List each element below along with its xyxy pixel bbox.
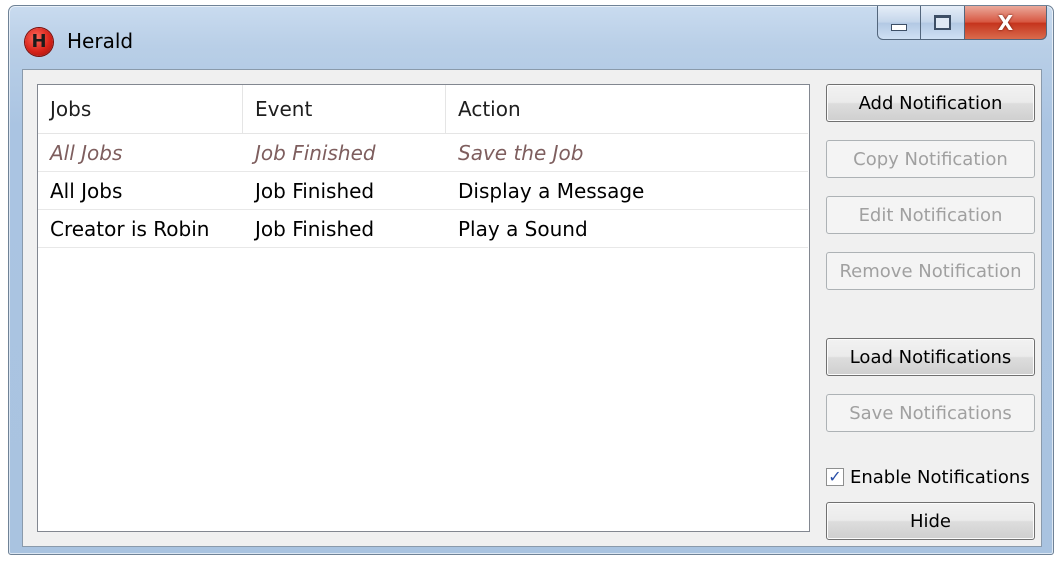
cell-event: Job Finished [255,178,375,203]
maximize-icon [934,15,951,30]
load-notifications-button[interactable]: Load Notifications [826,338,1035,376]
title-bar[interactable]: H Herald X [9,6,1053,66]
cell-action: Save the Job [458,140,584,165]
close-button[interactable]: X [965,6,1047,40]
maximize-button[interactable] [921,6,965,40]
list-header: Jobs Event Action [38,85,808,134]
cell-jobs: All Jobs [50,140,123,165]
checkmark-icon: ✓ [828,467,842,486]
enable-notifications-checkbox[interactable]: ✓ Enable Notifications [826,465,1030,489]
herald-icon[interactable]: H [25,28,53,56]
cell-jobs: Creator is Robin [50,216,210,241]
add-notification-button[interactable]: Add Notification [826,84,1035,122]
close-icon: X [997,10,1014,35]
save-notifications-button[interactable]: Save Notifications [826,394,1035,432]
herald-icon-letter: H [31,31,47,52]
list-item[interactable]: Creator is Robin Job Finished Play a Sou… [38,210,808,248]
cell-action: Play a Sound [458,216,588,241]
minimize-icon [891,24,907,31]
column-header-jobs[interactable]: Jobs [38,85,243,133]
minimize-button[interactable] [877,6,921,40]
cell-event: Job Finished [255,140,376,165]
client-area: Jobs Event Action All Jobs Job Finished … [22,69,1042,547]
remove-notification-button[interactable]: Remove Notification [826,252,1035,290]
herald-window: H Herald X Jobs Event Action All Jobs Jo… [8,5,1054,555]
cell-action: Display a Message [458,178,645,203]
cell-event: Job Finished [255,216,375,241]
cell-jobs: All Jobs [50,178,123,203]
copy-notification-button[interactable]: Copy Notification [826,140,1035,178]
enable-notifications-label[interactable]: Enable Notifications [850,467,1030,488]
list-rows: All Jobs Job Finished Save the Job All J… [38,134,808,248]
list-item[interactable]: All Jobs Job Finished Display a Message [38,172,808,210]
column-header-action[interactable]: Action [446,85,808,133]
hide-button[interactable]: Hide [826,502,1035,540]
column-header-event[interactable]: Event [243,85,446,133]
notifications-list[interactable]: Jobs Event Action All Jobs Job Finished … [37,84,810,532]
edit-notification-button[interactable]: Edit Notification [826,196,1035,234]
window-title: Herald [67,29,134,53]
caption-buttons: X [877,6,1047,42]
checkbox-box[interactable]: ✓ [826,468,844,486]
list-item[interactable]: All Jobs Job Finished Save the Job [38,134,808,172]
